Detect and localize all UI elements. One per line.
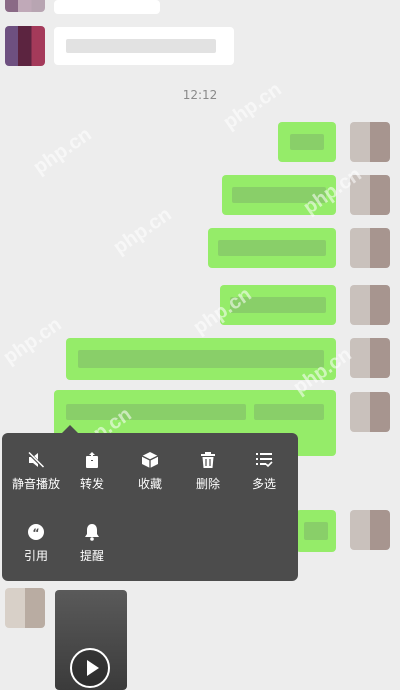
remind-button[interactable]: 提醒	[62, 523, 122, 564]
multi-select-icon	[256, 453, 273, 468]
my-avatar[interactable]	[350, 228, 390, 268]
my-avatar[interactable]	[350, 510, 390, 550]
favorite-box-icon	[141, 452, 159, 468]
favorite-button[interactable]: 收藏	[120, 451, 180, 492]
watermark-text: php.cn	[219, 78, 286, 134]
my-avatar[interactable]	[350, 392, 390, 432]
mute-play-button[interactable]: 静音播放	[6, 451, 66, 492]
bell-icon	[85, 524, 99, 541]
contact-avatar[interactable]	[5, 0, 45, 12]
my-avatar[interactable]	[350, 285, 390, 325]
multi-select-button[interactable]: 多选	[234, 451, 294, 492]
watermark-text: php.cn	[109, 203, 176, 259]
outgoing-message-bubble[interactable]	[208, 228, 336, 268]
my-avatar[interactable]	[350, 338, 390, 378]
menu-item-label: 引用	[23, 549, 48, 563]
menu-item-label: 删除	[195, 477, 220, 491]
forward-button[interactable]: 转发	[62, 451, 122, 492]
contact-avatar[interactable]	[5, 588, 45, 628]
menu-item-label: 提醒	[79, 549, 104, 563]
video-message-thumbnail[interactable]	[55, 590, 127, 690]
menu-pointer	[62, 425, 78, 433]
play-icon[interactable]	[70, 648, 110, 688]
quote-icon: “	[28, 524, 44, 540]
svg-text:“: “	[32, 527, 39, 540]
mute-speaker-icon	[27, 451, 45, 469]
my-avatar[interactable]	[350, 122, 390, 162]
outgoing-message-bubble[interactable]	[66, 338, 336, 380]
menu-item-label: 收藏	[137, 477, 162, 491]
forward-icon	[86, 451, 98, 468]
menu-item-label: 转发	[79, 477, 104, 491]
trash-icon	[201, 452, 215, 468]
watermark-text: php.cn	[29, 123, 96, 179]
delete-button[interactable]: 删除	[178, 451, 238, 492]
menu-item-label: 多选	[251, 477, 276, 491]
message-timestamp: 12:12	[182, 88, 218, 102]
menu-item-label: 静音播放	[11, 477, 60, 491]
outgoing-message-bubble[interactable]	[278, 122, 336, 162]
message-context-menu: 静音播放 转发 收藏 删除 多选 “ 引用 提醒	[2, 433, 298, 581]
outgoing-message-bubble[interactable]	[296, 510, 336, 552]
watermark-text: php.cn	[0, 313, 66, 369]
incoming-message-bubble[interactable]	[54, 0, 160, 14]
quote-button[interactable]: “ 引用	[6, 523, 66, 564]
incoming-message-bubble[interactable]	[54, 27, 234, 65]
contact-avatar[interactable]	[5, 26, 45, 66]
